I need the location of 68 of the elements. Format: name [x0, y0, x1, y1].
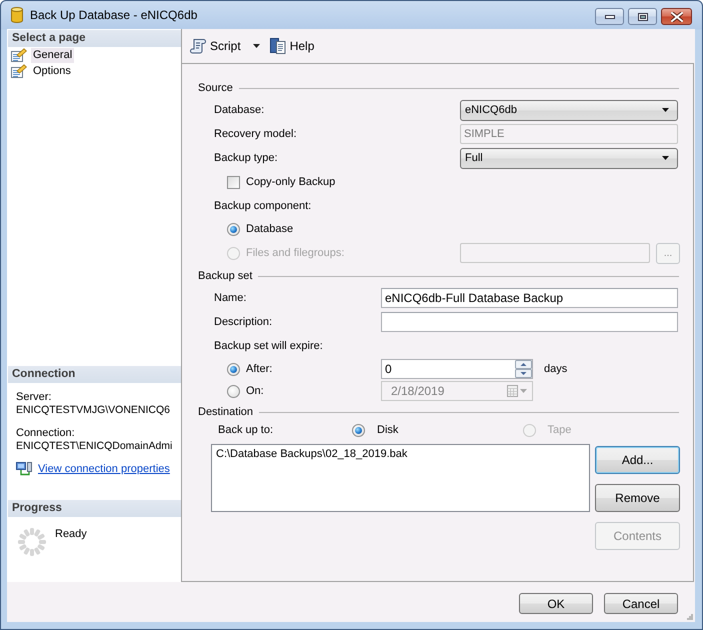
section-title: Source [198, 82, 233, 94]
info-label: Connection: [16, 427, 76, 440]
maximize-button[interactable] [628, 8, 657, 25]
radio-label: Files and filegroups: [246, 247, 344, 259]
panel-header: Progress [8, 500, 181, 517]
database-icon [11, 7, 23, 23]
minimize-button[interactable] [595, 8, 624, 25]
close-icon [670, 12, 682, 22]
network-computers-icon [16, 462, 32, 476]
page-item[interactable]: General [31, 48, 74, 62]
radio-label: Disk [377, 424, 398, 436]
text-field[interactable] [381, 312, 678, 332]
field-label: Backup type: [214, 152, 278, 164]
minimize-icon [604, 14, 614, 18]
radio-button[interactable] [227, 362, 240, 376]
toolbar-button[interactable]: Help [270, 38, 314, 54]
connection-user: ENICQTEST\ENICQDomainAdmi [16, 440, 174, 453]
page-icon [11, 64, 27, 78]
info-label: Server: [16, 391, 52, 404]
dropdown[interactable]: Full [460, 148, 678, 168]
radio-label: Tape [548, 424, 572, 436]
caret-down-icon [662, 108, 669, 112]
radio-button[interactable] [352, 424, 365, 436]
page-icon [11, 48, 27, 62]
dropdown[interactable]: eNICQ6db [460, 100, 678, 120]
caret-down-icon [662, 156, 669, 160]
field-label: Description: [214, 316, 272, 328]
checkbox-label: Copy-only Backup [246, 176, 336, 188]
page-item[interactable]: Options [31, 64, 73, 78]
scroll-icon [190, 38, 206, 54]
dialog-button[interactable]: Remove [595, 484, 680, 512]
window-title: Back Up Database - eNICQ6db [30, 8, 198, 22]
backup-file-list[interactable]: C:\Database Backups\02_18_2019.bak [211, 444, 590, 512]
connection-properties-link[interactable]: View connection properties [38, 463, 170, 475]
calendar-dropdown-icon [507, 385, 527, 397]
toolbar-button[interactable]: Script [190, 38, 260, 54]
unit-label: days [544, 363, 568, 375]
radio-label: After: [246, 363, 272, 375]
dialog-button[interactable]: Add... [595, 446, 680, 474]
up-down-arrows-icon [515, 360, 532, 378]
field-label: Backup set will expire: [214, 340, 323, 352]
spin-field[interactable]: 0 [381, 359, 533, 379]
checkbox[interactable] [227, 176, 240, 188]
section-title: Backup set [198, 270, 252, 282]
field-label: Name: [214, 292, 246, 304]
close-button[interactable] [661, 8, 692, 25]
field-label: Database: [214, 104, 264, 116]
status-text: Ready [55, 528, 87, 540]
panel-header: Select a page [8, 30, 181, 47]
spinner-icon [17, 527, 47, 557]
server-name: ENICQTESTVMJG\VONENICQ6 [16, 404, 172, 417]
radio-button[interactable] [227, 222, 240, 236]
resize-grip-icon [687, 614, 693, 620]
list-item[interactable]: C:\Database Backups\02_18_2019.bak [216, 447, 585, 461]
dialog-button[interactable]: Cancel [604, 593, 678, 614]
readonly-field: SIMPLE [460, 124, 678, 144]
radio-label: On: [246, 385, 264, 397]
panel-header: Connection [8, 366, 181, 383]
field-label: Backup component: [214, 200, 312, 212]
maximize-icon [638, 12, 648, 20]
radio-label: Database [246, 223, 294, 235]
field-label: Recovery model: [214, 128, 297, 140]
caret-down-icon [252, 44, 260, 48]
text-field[interactable]: eNICQ6db-Full Database Backup [381, 288, 678, 308]
field-label: Back up to: [218, 424, 274, 436]
help-book-icon [270, 38, 286, 54]
dialog-button[interactable]: OK [519, 593, 593, 614]
section-title: Destination [198, 406, 254, 418]
